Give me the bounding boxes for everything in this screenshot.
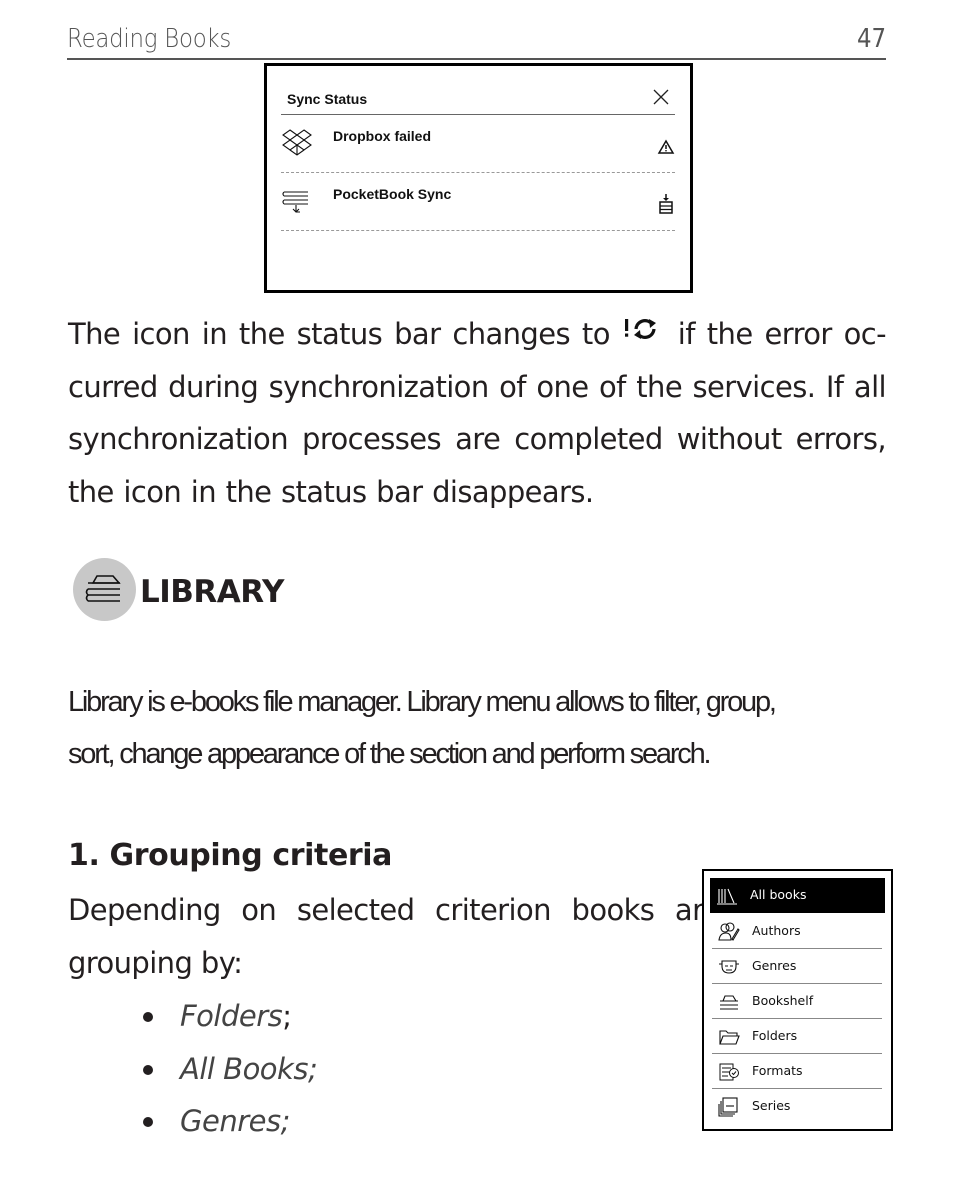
menu-item-formats[interactable]: Formats — [712, 1054, 882, 1089]
sync-row-label: Dropbox failed — [333, 128, 432, 144]
download-tray-icon — [659, 194, 673, 214]
text-line: grouping by: — [68, 945, 243, 980]
sync-row-dropbox[interactable]: Dropbox failed — [281, 115, 675, 173]
menu-item-bookshelf[interactable]: Bookshelf — [712, 984, 882, 1019]
page-header: Reading Books 47 — [67, 22, 886, 60]
section-title: Reading Books — [67, 24, 232, 54]
text-line: the icon in the status bar disappears. — [68, 474, 594, 509]
formats-icon — [719, 1063, 739, 1081]
library-description: Library is e-books file manager. Library… — [68, 676, 886, 780]
sync-paragraph: The icon in the status bar changes to if… — [68, 308, 887, 518]
page-number: 47 — [856, 24, 886, 54]
grouping-intro: Depending on selected criterion books ar… — [68, 884, 721, 989]
text-line: synchronization processes are completed … — [68, 422, 887, 456]
text-line: Depending on selected criterion books ar… — [68, 893, 721, 927]
menu-item-folders[interactable]: Folders — [712, 1019, 882, 1054]
subsection-heading: 1. Grouping criteria — [68, 838, 393, 873]
sync-row-pocketbook[interactable]: PocketBook Sync — [281, 173, 675, 231]
library-icon — [73, 558, 136, 621]
bullet-dot — [143, 1117, 153, 1127]
sync-error-icon — [624, 319, 656, 339]
pocketbook-sync-icon — [282, 191, 308, 213]
text-line: curred during synchronization of one of … — [68, 369, 887, 404]
text-line: sort, change appearance of the section a… — [68, 738, 712, 770]
library-menu: All books Authors Genres Bookshelf Folde… — [702, 869, 893, 1131]
menu-item-series[interactable]: Series — [712, 1089, 882, 1123]
folder-icon — [719, 1030, 740, 1045]
warning-icon — [657, 139, 675, 154]
close-icon[interactable] — [652, 88, 670, 106]
menu-item-genres[interactable]: Genres — [712, 949, 882, 984]
authors-icon — [718, 922, 740, 941]
menu-item-all-books[interactable]: All books — [710, 878, 885, 913]
bullet-dot — [143, 1064, 153, 1075]
sync-status-dialog: Sync Status Dropbox failed PocketBook Sy… — [264, 63, 693, 293]
bookshelf-icon — [720, 995, 738, 1010]
sync-row-label: PocketBook Sync — [333, 186, 452, 202]
text-line: Library is e-books file manager. Library… — [68, 686, 777, 718]
genres-icon — [719, 960, 739, 974]
section-heading: LIBRARY — [140, 574, 284, 610]
menu-item-authors[interactable]: Authors — [712, 914, 882, 949]
text-line: The icon in the status bar changes to if… — [68, 317, 887, 351]
dialog-title: Sync Status — [287, 91, 368, 107]
dropbox-icon — [282, 129, 312, 156]
series-icon — [718, 1097, 738, 1117]
bullet-dot — [143, 1012, 153, 1022]
all-books-icon — [717, 888, 737, 905]
